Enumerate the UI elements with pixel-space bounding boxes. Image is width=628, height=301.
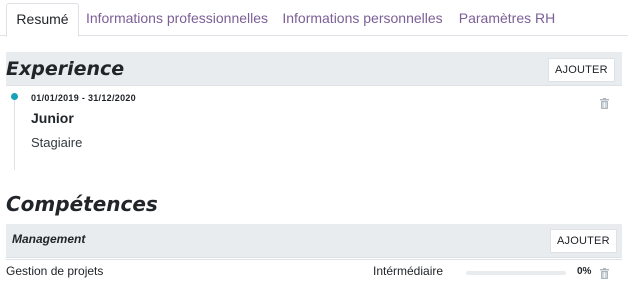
skill-group-header: [6, 224, 622, 258]
timeline-dot: [11, 93, 18, 100]
skill-level: Intérmédiaire: [373, 264, 444, 278]
experience-title-text[interactable]: Junior: [31, 110, 74, 126]
tab-informations-professionnelles[interactable]: Informations professionnelles: [79, 3, 275, 36]
trash-icon[interactable]: [600, 98, 609, 109]
add-experience-button[interactable]: AJOUTER: [548, 58, 615, 82]
experience-dates: 01/01/2019 - 31/12/2020: [31, 93, 136, 103]
add-skill-button[interactable]: AJOUTER: [550, 229, 617, 253]
experience-subtitle: Stagiaire: [31, 135, 83, 150]
experience-title: Experience: [6, 58, 125, 80]
skill-group-name: Management: [12, 232, 86, 246]
skill-name: Gestion de projets: [6, 264, 104, 278]
tab-resume[interactable]: Resumé: [6, 3, 79, 37]
competences-title: Compétences: [6, 192, 158, 216]
timeline-line: [14, 98, 15, 170]
skill-progress-bar: [466, 271, 566, 275]
skill-progress-label: 0%: [577, 266, 592, 277]
tab-bar: Resumé Informations professionnelles Inf…: [0, 0, 628, 37]
trash-icon[interactable]: [600, 268, 609, 279]
tab-informations-personnelles[interactable]: Informations personnelles: [275, 3, 450, 36]
tab-parametres-rh[interactable]: Paramètres RH: [450, 3, 564, 36]
